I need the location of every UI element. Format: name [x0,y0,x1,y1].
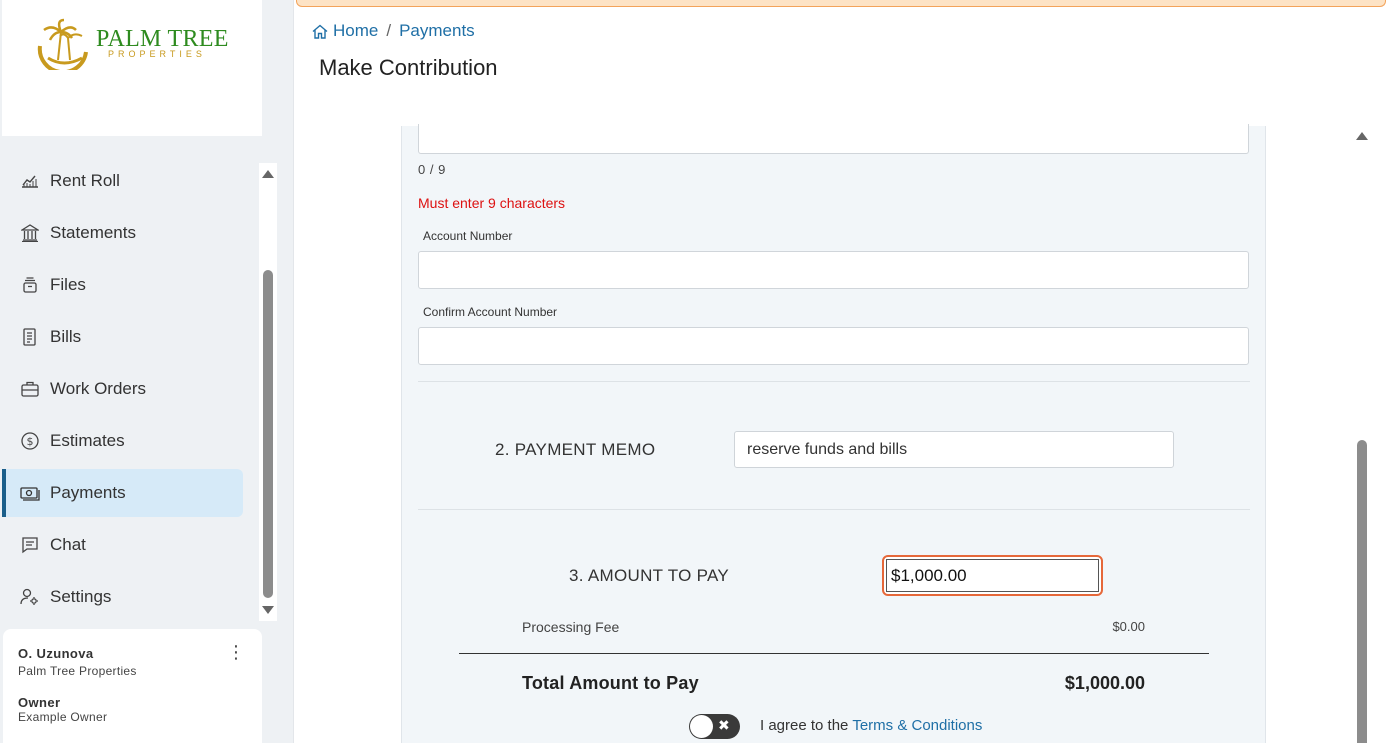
scrollbar-thumb[interactable] [263,270,273,598]
scroll-up-arrow-icon[interactable] [1356,132,1368,140]
routing-character-counter: 0 / 9 [418,162,446,177]
svg-text:$: $ [27,435,34,448]
user-card: O. Uzunova Palm Tree Properties Owner Ex… [3,629,262,743]
divider [418,381,1250,382]
archive-icon [20,275,40,295]
terms-conditions-link[interactable]: Terms & Conditions [852,717,982,734]
breadcrumb-separator: / [386,21,392,40]
bank-icon [20,223,40,243]
sidebar-item-label: Statements [50,223,136,242]
sidebar-item-files[interactable]: Files [2,261,243,309]
main-content: Home / Payments Make Contribution 0 / 9 … [293,0,1387,743]
user-name: O. Uzunova [18,646,94,661]
payment-memo-input[interactable]: reserve funds and bills [734,431,1174,468]
confirm-account-number-input[interactable] [418,327,1249,365]
close-icon: ✖ [718,717,730,733]
processing-fee-label: Processing Fee [522,619,620,635]
dollar-circle-icon: $ [20,431,40,451]
chart-line-icon [20,171,40,191]
total-divider [459,653,1209,654]
confirm-account-number-label: Confirm Account Number [423,305,558,319]
user-role-description: Example Owner [18,710,108,724]
user-company: Palm Tree Properties [18,664,137,678]
sidebar-item-label: Files [50,275,86,294]
sidebar-item-label: Estimates [50,431,125,450]
breadcrumb-payments-link[interactable]: Payments [399,21,475,41]
agree-terms-prefix: I agree to the [760,717,849,734]
sidebar-item-label: Settings [50,587,112,606]
total-amount-value: $1,000.00 [1064,673,1145,693]
sidebar-item-work-orders[interactable]: Work Orders [2,365,243,413]
account-number-label: Account Number [423,229,513,243]
sidebar-item-bills[interactable]: Bills [2,313,243,361]
breadcrumb-home-link[interactable]: Home [333,21,378,41]
toggle-knob [690,715,713,738]
sidebar-item-statements[interactable]: Statements [2,209,243,257]
chat-icon [20,535,40,555]
total-amount-label: Total Amount to Pay [522,673,699,693]
scroll-up-arrow-icon[interactable] [262,170,274,178]
payment-form-panel: 0 / 9 Must enter 9 characters Account Nu… [401,124,1266,743]
sidebar-item-payments[interactable]: Payments [2,469,243,517]
breadcrumb: Home / Payments [312,21,475,41]
more-vertical-icon[interactable]: ⋮ [227,643,245,663]
receipt-icon [20,327,40,347]
sidebar-item-estimates[interactable]: $ Estimates [2,417,243,465]
sidebar-item-label: Bills [50,327,82,346]
amount-to-pay-input[interactable]: $1,000.00 [886,559,1099,592]
routing-number-input[interactable] [418,124,1249,154]
brand-subtitle: PROPERTIES [108,49,206,59]
main-scrollbar[interactable] [1353,126,1371,743]
routing-error-message: Must enter 9 characters [418,195,566,211]
user-role: Owner [18,695,61,710]
scroll-down-arrow-icon[interactable] [262,606,274,614]
user-settings-icon [20,587,40,607]
payment-memo-label: 2. PAYMENT MEMO [495,440,656,459]
sidebar-scrollbar[interactable] [259,163,277,621]
palm-tree-logo-icon [37,18,88,70]
processing-fee-value: $0.00 [1112,619,1145,634]
sidebar-item-label: Work Orders [50,379,147,398]
agree-terms-text: I agree to the Terms & Conditions [760,717,982,734]
payment-memo-value: reserve funds and bills [747,440,908,458]
sidebar-item-rent-roll[interactable]: Rent Roll [2,157,243,205]
amount-to-pay-label: 3. AMOUNT TO PAY [569,566,730,585]
cash-icon [20,483,40,503]
amount-input-focus-ring: $1,000.00 [882,555,1103,596]
home-icon[interactable] [312,24,328,39]
account-number-input[interactable] [418,251,1249,289]
agree-terms-toggle[interactable]: ✖ [689,714,740,739]
amount-to-pay-value: $1,000.00 [891,565,967,585]
sidebar-item-label: Rent Roll [50,171,120,190]
sidebar-item-label: Chat [50,535,86,554]
sidebar-item-chat[interactable]: Chat [2,521,243,569]
divider [418,509,1250,510]
page-title: Make Contribution [319,55,498,80]
sidebar-item-label: Payments [50,483,126,502]
briefcase-icon [20,379,40,399]
sidebar: PALM TREE PROPERTIES Rent Roll Statement… [0,0,293,743]
logo[interactable]: PALM TREE PROPERTIES [2,0,262,136]
sidebar-item-settings[interactable]: Settings [2,573,243,621]
notification-banner [296,0,1386,7]
scrollbar-thumb[interactable] [1357,440,1367,743]
